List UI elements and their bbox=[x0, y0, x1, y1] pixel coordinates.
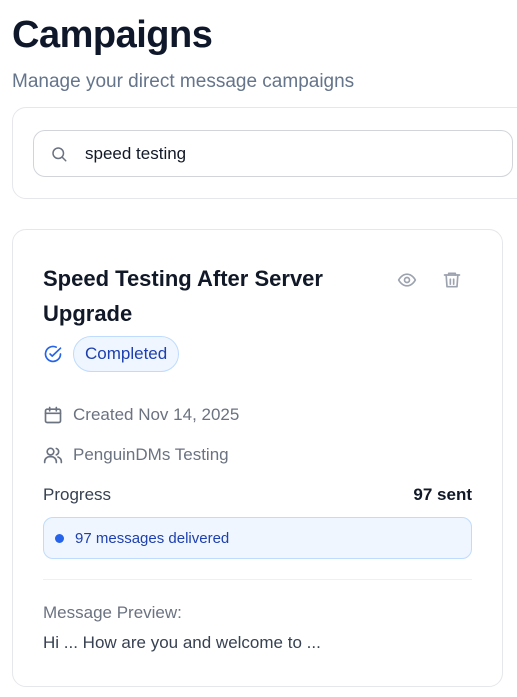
eye-icon[interactable] bbox=[395, 268, 419, 292]
created-text: Created Nov 14, 2025 bbox=[73, 405, 240, 424]
campaign-title: Speed Testing After Server Upgrade bbox=[43, 266, 323, 326]
page-title: Campaigns bbox=[12, 14, 213, 56]
divider bbox=[43, 579, 472, 580]
search-card bbox=[12, 107, 517, 199]
calendar-icon bbox=[43, 405, 63, 425]
status-row: Completed bbox=[43, 336, 180, 372]
delivered-text: 97 messages delivered bbox=[75, 529, 230, 547]
trash-icon[interactable] bbox=[440, 268, 464, 292]
campaign-owner: PenguinDMs Testing bbox=[43, 444, 229, 466]
search-box[interactable] bbox=[33, 130, 513, 177]
created-date: Created Nov 14, 2025 bbox=[43, 404, 239, 426]
progress-label: Progress bbox=[43, 485, 112, 504]
page-subtitle: Manage your direct message campaigns bbox=[12, 71, 355, 92]
preview-label: Message Preview: bbox=[43, 603, 182, 622]
status-dot-icon bbox=[55, 533, 64, 543]
check-circle-icon bbox=[43, 344, 63, 364]
search-input[interactable] bbox=[85, 143, 465, 164]
campaign-card[interactable]: Speed Testing After Server Upgrade Compl… bbox=[12, 229, 503, 687]
owner-text: PenguinDMs Testing bbox=[73, 445, 229, 464]
campaigns-page: Campaigns Manage your direct message cam… bbox=[0, 0, 517, 697]
progress-value: 97 sent bbox=[413, 485, 472, 504]
search-icon bbox=[49, 144, 69, 164]
status-badge: Completed bbox=[73, 336, 180, 372]
users-icon bbox=[43, 445, 63, 465]
delivery-status-bar: 97 messages delivered bbox=[43, 517, 472, 559]
preview-text: Hi ... How are you and welcome to ... bbox=[43, 633, 321, 652]
